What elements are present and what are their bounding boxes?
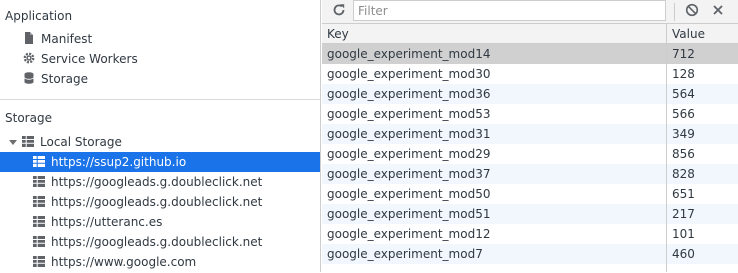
key-cell: google_experiment_mod29 xyxy=(327,147,491,161)
toolbar-divider xyxy=(674,3,675,21)
table-row[interactable]: google_experiment_mod7 460 xyxy=(322,244,738,264)
column-header-key[interactable]: Key xyxy=(322,24,349,43)
tree-item-label: https://www.google.com xyxy=(51,255,197,269)
table-icon xyxy=(33,213,45,227)
column-divider[interactable] xyxy=(666,24,667,272)
value-cell: 856 xyxy=(672,147,695,161)
table-row[interactable]: google_experiment_mod30 128 xyxy=(322,64,738,84)
tree-item-origin[interactable]: https://utteranc.es xyxy=(33,212,162,232)
table-row[interactable]: google_experiment_mod51 217 xyxy=(322,204,738,224)
value-cell: 651 xyxy=(672,187,695,201)
value-cell: 460 xyxy=(672,247,695,261)
sidebar-item-manifest[interactable]: Manifest xyxy=(22,29,92,49)
table-row[interactable]: google_experiment_mod50 651 xyxy=(322,184,738,204)
table-header: Key Value xyxy=(322,24,738,44)
database-icon xyxy=(22,71,36,85)
document-icon xyxy=(22,31,36,45)
table-row[interactable]: google_experiment_mod53 566 xyxy=(322,104,738,124)
filter-input[interactable] xyxy=(353,0,666,21)
clear-all-icon[interactable] xyxy=(683,3,701,21)
tree-item-label: Local Storage xyxy=(40,135,122,149)
gear-icon xyxy=(22,51,36,65)
table-row[interactable]: google_experiment_mod37 828 xyxy=(322,164,738,184)
section-divider xyxy=(0,99,320,100)
table-icon xyxy=(33,253,45,267)
table-icon xyxy=(33,153,45,167)
table-row[interactable]: google_experiment_mod12 101 xyxy=(322,224,738,244)
storage-panel: Key Value google_experiment_mod14 712 goo… xyxy=(322,0,738,272)
tree-item-origin[interactable]: https://googleads.g.doubleclick.net xyxy=(33,192,262,212)
key-cell: google_experiment_mod53 xyxy=(327,107,491,121)
key-cell: google_experiment_mod7 xyxy=(327,247,483,261)
application-section-title: Application xyxy=(5,9,73,23)
table-icon xyxy=(33,233,45,247)
refresh-icon[interactable] xyxy=(330,3,348,21)
close-icon[interactable] xyxy=(709,3,727,21)
table-row[interactable]: google_experiment_mod31 349 xyxy=(322,124,738,144)
value-cell: 349 xyxy=(672,127,695,141)
tree-item-origin[interactable]: https://ssup2.github.io xyxy=(0,152,320,172)
table-icon xyxy=(22,133,34,147)
key-cell: google_experiment_mod31 xyxy=(327,127,491,141)
value-cell: 712 xyxy=(672,47,695,61)
key-cell: google_experiment_mod37 xyxy=(327,167,491,181)
value-cell: 101 xyxy=(672,227,695,241)
value-cell: 128 xyxy=(672,67,695,81)
expand-arrow-icon[interactable] xyxy=(9,140,17,145)
table-icon xyxy=(33,193,45,207)
value-cell: 217 xyxy=(672,207,695,221)
key-cell: google_experiment_mod30 xyxy=(327,67,491,81)
value-cell: 828 xyxy=(672,167,695,181)
table-row[interactable]: google_experiment_mod14 712 xyxy=(322,44,738,64)
tree-item-label: https://googleads.g.doubleclick.net xyxy=(51,235,263,249)
tree-item-label: https://ssup2.github.io xyxy=(51,155,187,169)
value-cell: 566 xyxy=(672,107,695,121)
tree-item-origin[interactable]: https://googleads.g.doubleclick.net xyxy=(33,172,262,192)
key-cell: google_experiment_mod50 xyxy=(327,187,491,201)
key-cell: google_experiment_mod14 xyxy=(327,47,491,61)
tree-item-label: https://googleads.g.doubleclick.net xyxy=(51,175,263,189)
tree-item-origin[interactable]: https://www.google.com xyxy=(33,252,196,272)
table-icon xyxy=(33,173,45,187)
tree-item-label: https://utteranc.es xyxy=(51,215,163,229)
sidebar-item-service-workers[interactable]: Service Workers xyxy=(22,49,138,69)
key-cell: google_experiment_mod36 xyxy=(327,87,491,101)
tree-item-local-storage[interactable]: Local Storage xyxy=(9,132,320,152)
value-cell: 564 xyxy=(672,87,695,101)
toolbar xyxy=(322,0,738,24)
storage-section-title: Storage xyxy=(5,111,52,125)
sidebar-item-storage[interactable]: Storage xyxy=(22,69,88,89)
table-row[interactable]: google_experiment_mod36 564 xyxy=(322,84,738,104)
table-row[interactable]: google_experiment_mod29 856 xyxy=(322,144,738,164)
tree-item-origin[interactable]: https://googleads.g.doubleclick.net xyxy=(33,232,262,252)
tree-item-label: https://googleads.g.doubleclick.net xyxy=(51,195,263,209)
sidebar: Application Manifest Service Workers Sto… xyxy=(0,0,321,272)
column-header-value[interactable]: Value xyxy=(667,24,705,43)
sidebar-item-label: Manifest xyxy=(41,32,93,46)
sidebar-item-label: Storage xyxy=(41,72,88,86)
key-cell: google_experiment_mod12 xyxy=(327,227,491,241)
sidebar-item-label: Service Workers xyxy=(41,52,138,66)
key-cell: google_experiment_mod51 xyxy=(327,207,491,221)
